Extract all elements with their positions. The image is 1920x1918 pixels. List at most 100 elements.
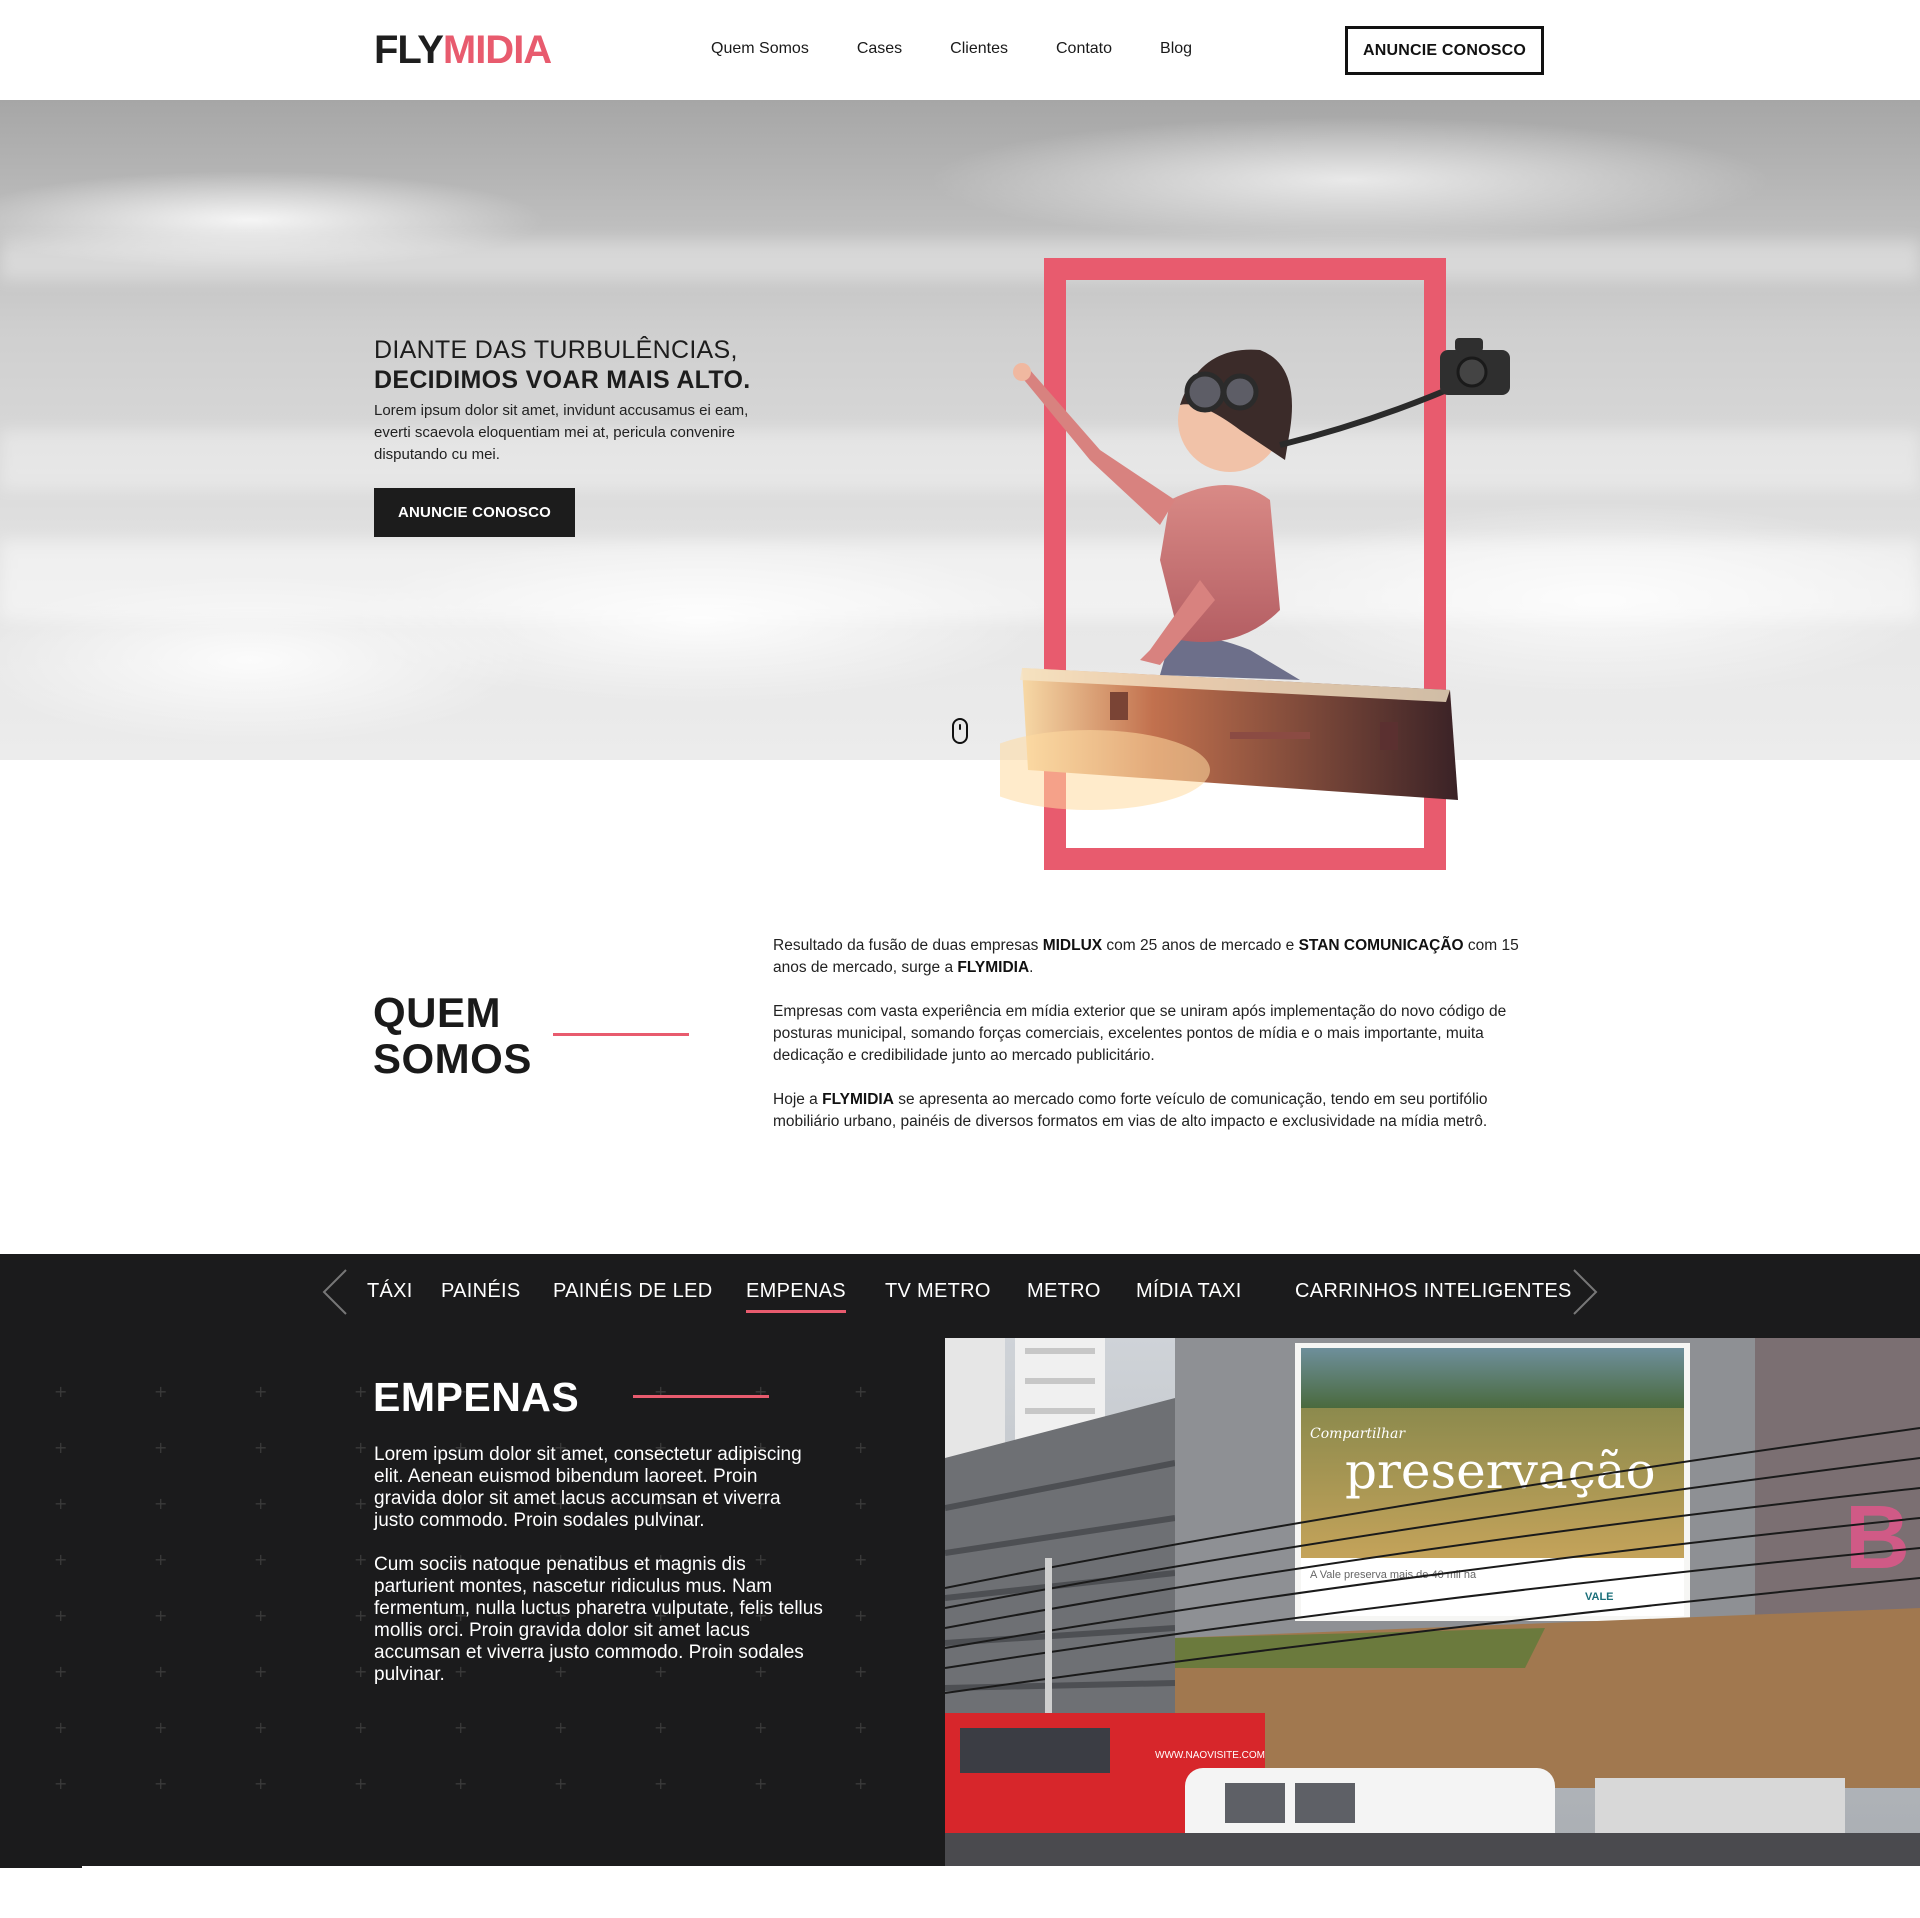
quem-somos-title-line1: QUEM bbox=[373, 989, 501, 1036]
plus-pattern-mark: + bbox=[854, 1606, 868, 1625]
plus-pattern-mark: + bbox=[54, 1382, 68, 1401]
plus-pattern-mark: + bbox=[854, 1438, 868, 1457]
text-run: Hoje a bbox=[773, 1091, 823, 1108]
child-on-suitcase-illustration bbox=[1000, 338, 1510, 810]
tab-tv-metro[interactable]: TV METRO bbox=[885, 1280, 991, 1303]
hero-title-line1: DIANTE DAS TURBULÊNCIAS, bbox=[374, 336, 738, 364]
cloud-band bbox=[0, 430, 1920, 490]
logo-fly: FLY bbox=[374, 28, 444, 72]
plus-pattern-mark: + bbox=[454, 1718, 468, 1737]
hero-title-line2: DECIDIMOS VOAR MAIS ALTO. bbox=[374, 366, 751, 394]
plus-pattern-mark: + bbox=[754, 1774, 768, 1793]
hero-section: DIANTE DAS TURBULÊNCIAS, DECIDIMOS VOAR … bbox=[0, 100, 1920, 760]
hero-anuncie-button[interactable]: ANUNCIE CONOSCO bbox=[374, 488, 575, 537]
plus-pattern-mark: + bbox=[454, 1774, 468, 1793]
plus-pattern-mark: + bbox=[254, 1662, 268, 1681]
quem-somos-paragraph-1: Resultado da fusão de duas empresas MIDL… bbox=[773, 935, 1547, 979]
site-header: FLY MIDIA Quem Somos Cases Clientes Conta… bbox=[0, 0, 1920, 100]
midlux-label: MIDLUX bbox=[1042, 937, 1103, 954]
plus-pattern-mark: + bbox=[354, 1606, 368, 1625]
tab-metro[interactable]: METRO bbox=[1027, 1280, 1101, 1303]
nav-quem-somos[interactable]: Quem Somos bbox=[711, 38, 809, 60]
plus-pattern-mark: + bbox=[254, 1774, 268, 1793]
plus-pattern-mark: + bbox=[154, 1438, 168, 1457]
plus-pattern-mark: + bbox=[254, 1382, 268, 1401]
plus-pattern-mark: + bbox=[154, 1550, 168, 1569]
plus-pattern-mark: + bbox=[154, 1774, 168, 1793]
plus-pattern-mark: + bbox=[254, 1438, 268, 1457]
tab-taxi[interactable]: TÁXI bbox=[367, 1280, 413, 1303]
tab-paineis-de-led[interactable]: PAINÉIS DE LED bbox=[553, 1280, 712, 1303]
tab-empenas[interactable]: EMPENAS bbox=[746, 1280, 846, 1313]
plus-pattern-mark: + bbox=[654, 1718, 668, 1737]
flymidia-label: FLYMIDIA bbox=[957, 959, 1030, 976]
plus-pattern-mark: + bbox=[154, 1606, 168, 1625]
stan-comunicacao-label: STAN COMUNICAÇÃO bbox=[1298, 937, 1464, 954]
building-sign-letters: B bbox=[1845, 1488, 1910, 1588]
media-description: Lorem ipsum dolor sit amet, consectetur … bbox=[374, 1444, 824, 1708]
quem-somos-paragraph-3: Hoje a FLYMIDIA se apresenta ao mercado … bbox=[773, 1089, 1547, 1133]
main-nav: Quem Somos Cases Clientes Contato Blog bbox=[711, 38, 1240, 60]
cloud-band bbox=[0, 240, 1920, 280]
plus-pattern-mark: + bbox=[354, 1718, 368, 1737]
hero-title: DIANTE DAS TURBULÊNCIAS, DECIDIMOS VOAR … bbox=[374, 335, 751, 395]
quem-somos-paragraph-2: Empresas com vasta experiência em mídia … bbox=[773, 1003, 1507, 1064]
media-title: EMPENAS bbox=[373, 1374, 580, 1420]
nav-blog[interactable]: Blog bbox=[1160, 38, 1192, 60]
plus-pattern-mark: + bbox=[554, 1718, 568, 1737]
flymidia-label: FLYMIDIA bbox=[822, 1091, 894, 1108]
cloud-band bbox=[0, 540, 1920, 620]
tab-paineis[interactable]: PAINÉIS bbox=[441, 1280, 521, 1303]
billboard-headline: preservação bbox=[1345, 1442, 1656, 1500]
plus-pattern-mark: + bbox=[54, 1718, 68, 1737]
tab-midia-taxi[interactable]: MÍDIA TAXI bbox=[1136, 1280, 1242, 1303]
plus-pattern-mark: + bbox=[154, 1718, 168, 1737]
plus-pattern-mark: + bbox=[354, 1550, 368, 1569]
plus-pattern-mark: + bbox=[54, 1662, 68, 1681]
nav-clientes[interactable]: Clientes bbox=[950, 38, 1008, 60]
logo-midia: MIDIA bbox=[442, 28, 552, 72]
plus-pattern-mark: + bbox=[354, 1438, 368, 1457]
media-paragraph-1: Lorem ipsum dolor sit amet, consectetur … bbox=[374, 1444, 802, 1531]
nav-contato[interactable]: Contato bbox=[1056, 38, 1112, 60]
plus-pattern-mark: + bbox=[654, 1774, 668, 1793]
accent-divider bbox=[633, 1395, 769, 1398]
plus-pattern-mark: + bbox=[854, 1774, 868, 1793]
plus-pattern-mark: + bbox=[154, 1382, 168, 1401]
plus-pattern-mark: + bbox=[854, 1662, 868, 1681]
plus-pattern-mark: + bbox=[854, 1382, 868, 1401]
quem-somos-title-line2: SOMOS bbox=[373, 1035, 532, 1082]
plus-pattern-mark: + bbox=[354, 1774, 368, 1793]
scroll-mouse-icon[interactable] bbox=[952, 718, 968, 744]
plus-pattern-mark: + bbox=[854, 1550, 868, 1569]
plus-pattern-mark: + bbox=[854, 1718, 868, 1737]
bottom-edge bbox=[0, 1866, 82, 1868]
plus-pattern-mark: + bbox=[154, 1662, 168, 1681]
plus-pattern-mark: + bbox=[854, 1494, 868, 1513]
bus-text: WWW.NAOVISITE.COM bbox=[1155, 1750, 1265, 1761]
building-billboard-image: B Compartilhar preservação A Vale preser… bbox=[945, 1338, 1920, 1866]
plus-pattern-mark: + bbox=[54, 1494, 68, 1513]
media-paragraph-2: Cum sociis natoque penatibus et magnis d… bbox=[374, 1554, 823, 1685]
hero-description: Lorem ipsum dolor sit amet, invidunt acc… bbox=[374, 402, 749, 463]
empenas-photo: B Compartilhar preservação A Vale preser… bbox=[945, 1338, 1920, 1866]
accent-divider bbox=[553, 1033, 689, 1036]
tab-carrinhos-inteligentes[interactable]: CARRINHOS INTELIGENTES bbox=[1295, 1280, 1572, 1303]
chevron-right-icon[interactable] bbox=[1570, 1268, 1600, 1316]
nav-cases[interactable]: Cases bbox=[857, 38, 902, 60]
plus-pattern-mark: + bbox=[754, 1718, 768, 1737]
billboard-brand: VALE bbox=[1585, 1591, 1614, 1603]
text-run: Resultado da fusão de duas empresas bbox=[773, 937, 1043, 954]
header-anuncie-button[interactable]: ANUNCIE CONOSCO bbox=[1345, 26, 1544, 75]
plus-pattern-mark: + bbox=[254, 1550, 268, 1569]
quem-somos-title: QUEM SOMOS bbox=[373, 990, 532, 1082]
media-section: + + + + + + + + + + + + + + + + + + + + + + + + + + + + + + + + + + + + + + + +… bbox=[0, 1254, 1920, 1866]
plus-pattern-mark: + bbox=[254, 1606, 268, 1625]
plus-pattern-mark: + bbox=[254, 1494, 268, 1513]
text-run: com 25 anos de mercado e bbox=[1102, 937, 1299, 954]
chevron-left-icon[interactable] bbox=[320, 1268, 350, 1316]
plus-pattern-mark: + bbox=[54, 1606, 68, 1625]
plus-pattern-mark: + bbox=[354, 1494, 368, 1513]
flymidia-logo[interactable]: FLY MIDIA bbox=[374, 28, 552, 72]
media-tabs: TÁXI PAINÉIS PAINÉIS DE LED EMPENAS TV M… bbox=[0, 1254, 1920, 1334]
